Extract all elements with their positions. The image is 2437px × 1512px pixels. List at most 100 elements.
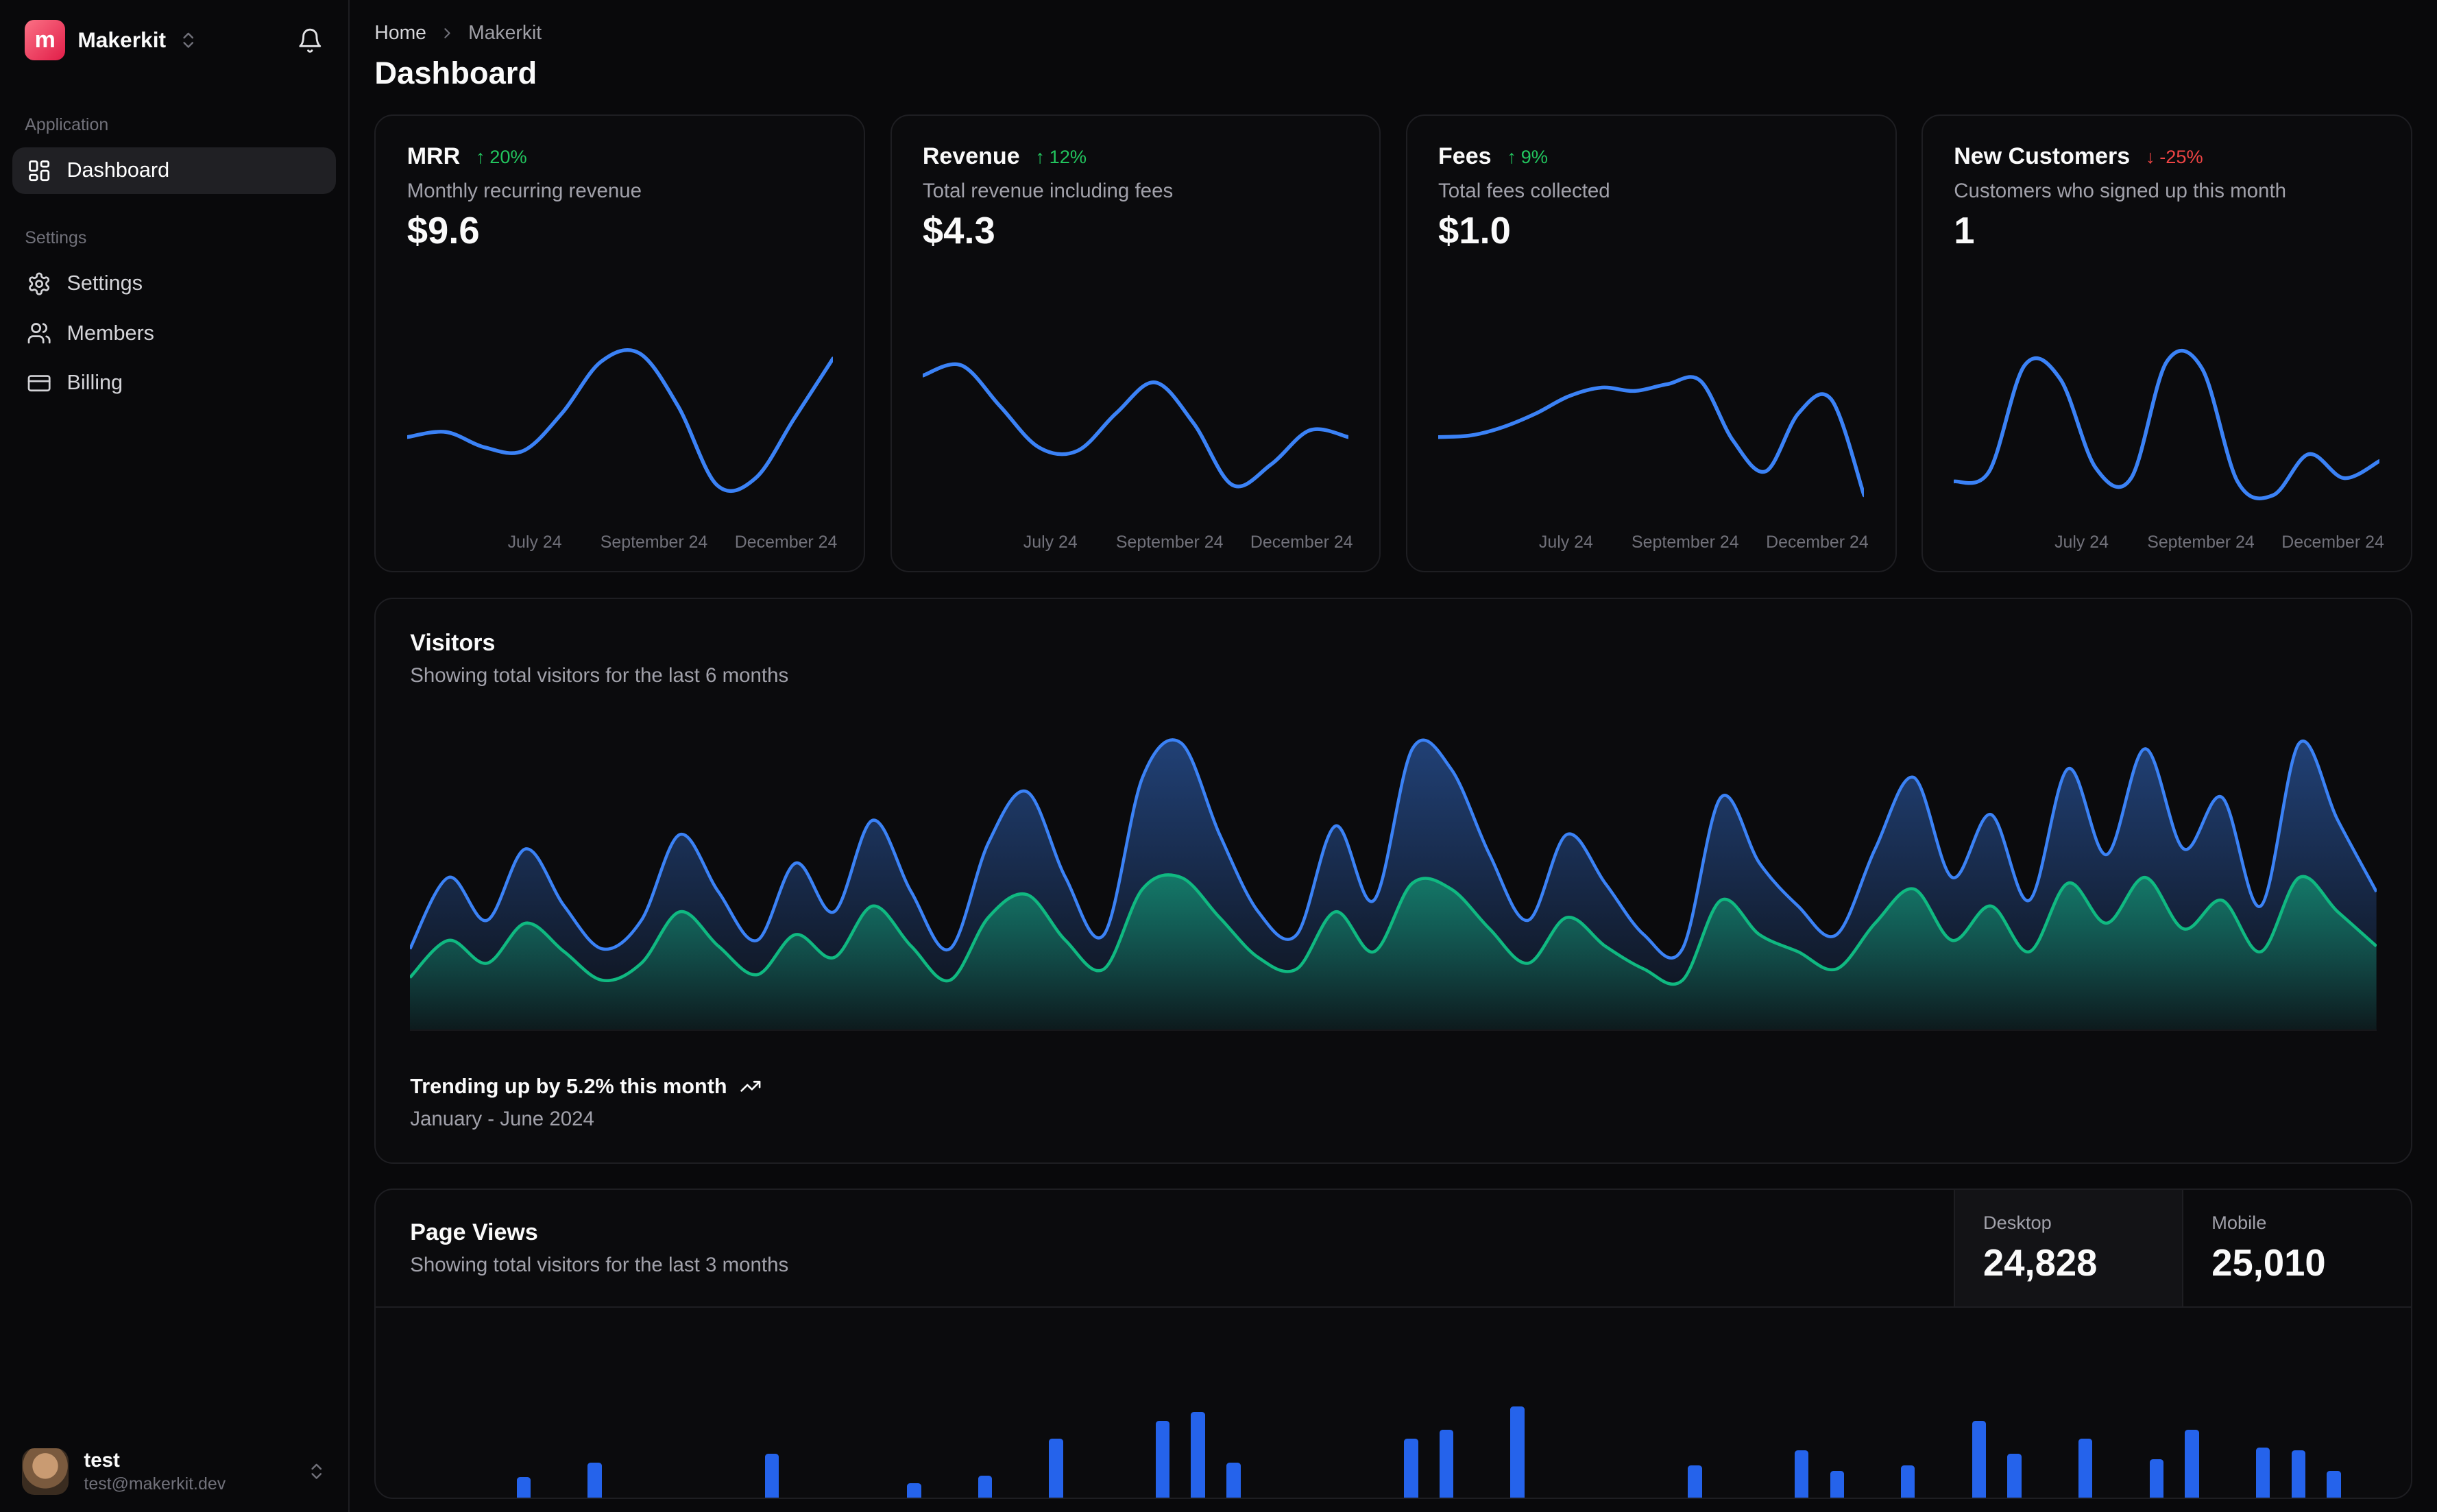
- trend-value: 12%: [1049, 145, 1087, 167]
- user-email: test@makerkit.dev: [84, 1474, 226, 1493]
- page-title: Dashboard: [374, 55, 537, 90]
- sidebar-header: m Makerkit: [0, 0, 348, 81]
- sidebar: m Makerkit Application Dashboard Setting…: [0, 0, 350, 1512]
- visitors-card: Visitors Showing total visitors for the …: [374, 597, 2412, 1164]
- stat-description: Customers who signed up this month: [1954, 179, 2287, 202]
- stat-card-mrr: MRR ↑ 20% Monthly recurring revenue $9.6 …: [374, 114, 866, 573]
- breadcrumb: Home Makerkit: [374, 22, 2412, 45]
- page-views-title: Page Views: [410, 1219, 538, 1245]
- trending-up-icon: [740, 1075, 762, 1097]
- visitors-subtitle: Showing total visitors for the last 6 mo…: [410, 664, 789, 687]
- credit-card-icon: [27, 371, 51, 395]
- desktop-toggle[interactable]: Desktop 24,828: [1954, 1189, 2183, 1307]
- mrr-sparkline-chart: [407, 347, 833, 493]
- workspace-switcher[interactable]: m Makerkit: [25, 20, 198, 61]
- stat-title: MRR: [407, 143, 461, 170]
- sidebar-item-members[interactable]: Members: [12, 310, 336, 356]
- page-views-bar-chart: [376, 1308, 2410, 1498]
- logo-letter: m: [34, 27, 56, 53]
- axis-tick: December 24: [2281, 533, 2384, 552]
- stat-card-new-customers: New Customers ↓ -25% Customers who signed…: [1921, 114, 2412, 573]
- trend-value: 9%: [1520, 145, 1548, 167]
- stat-value: $1.0: [1438, 210, 1511, 252]
- stat-card-fees: Fees ↑ 9% Total fees collected $1.0 July …: [1405, 114, 1897, 573]
- revenue-sparkline-chart: [922, 362, 1349, 489]
- trend-up-icon: ↑: [1507, 145, 1516, 167]
- page-views-series-toggles: Desktop 24,828 Mobile 25,010: [1954, 1189, 2411, 1307]
- visitors-area-chart: [410, 738, 2377, 1030]
- axis-tick: July 24: [2054, 533, 2109, 552]
- sidebar-item-label: Dashboard: [66, 158, 170, 182]
- axis-tick: September 24: [2147, 533, 2255, 552]
- axis-tick: September 24: [1115, 533, 1224, 552]
- sidebar-item-label: Billing: [66, 371, 123, 395]
- stat-value: $9.6: [407, 210, 480, 252]
- toggle-value: 24,828: [1983, 1242, 2098, 1284]
- workspace-name: Makerkit: [77, 27, 167, 53]
- stat-description: Total fees collected: [1438, 179, 1610, 202]
- visitors-footer-text: Trending up by 5.2% this month: [410, 1074, 727, 1098]
- trend-badge: ↑ 20%: [476, 146, 527, 168]
- stat-title: New Customers: [1954, 143, 2131, 170]
- trend-value: -25%: [2159, 145, 2203, 167]
- chevrons-up-down-icon: [306, 1461, 326, 1481]
- app-root: m Makerkit Application Dashboard Setting…: [0, 0, 2437, 1512]
- page-views-subtitle: Showing total visitors for the last 3 mo…: [410, 1254, 789, 1277]
- user-name: test: [84, 1449, 120, 1472]
- stat-value: 1: [1954, 210, 1975, 252]
- user-menu[interactable]: test test@makerkit.dev: [0, 1431, 348, 1512]
- breadcrumb-home[interactable]: Home: [374, 22, 426, 45]
- trend-up-icon: ↑: [1035, 145, 1045, 167]
- chevron-right-icon: [439, 25, 456, 42]
- notifications-button[interactable]: [297, 27, 324, 54]
- axis-tick: December 24: [734, 533, 838, 552]
- stat-cards-row: MRR ↑ 20% Monthly recurring revenue $9.6 …: [374, 114, 2412, 573]
- axis-tick: December 24: [1250, 533, 1353, 552]
- sidebar-item-billing[interactable]: Billing: [12, 360, 336, 406]
- toggle-label: Mobile: [2211, 1211, 2267, 1233]
- section-label: Settings: [25, 228, 87, 247]
- trend-up-icon: ↑: [475, 145, 485, 167]
- stat-description: Total revenue including fees: [922, 179, 1174, 202]
- page-views-card: Page Views Showing total visitors for th…: [374, 1188, 2412, 1500]
- gear-icon: [27, 271, 51, 296]
- stat-value: $4.3: [922, 210, 995, 252]
- stat-description: Monthly recurring revenue: [407, 179, 642, 202]
- section-label: Application: [25, 114, 109, 134]
- axis-tick: September 24: [1632, 533, 1739, 552]
- bell-icon: [297, 27, 324, 54]
- mobile-toggle[interactable]: Mobile 25,010: [2182, 1189, 2410, 1307]
- axis-tick: July 24: [1023, 533, 1078, 552]
- trend-badge: ↑ 9%: [1507, 146, 1548, 168]
- trend-badge: ↓ -25%: [2146, 146, 2203, 168]
- toggle-label: Desktop: [1983, 1211, 2052, 1233]
- sidebar-item-label: Settings: [66, 271, 143, 295]
- trend-badge: ↑ 12%: [1035, 146, 1087, 168]
- breadcrumb-current: Makerkit: [468, 21, 542, 44]
- sidebar-section-application: Application Dashboard: [0, 115, 348, 194]
- axis-tick: July 24: [507, 533, 562, 552]
- visitors-title: Visitors: [410, 630, 496, 657]
- main-content: Home Makerkit Dashboard MRR ↑ 20% Monthly…: [350, 0, 2437, 1512]
- sidebar-item-dashboard[interactable]: Dashboard: [12, 147, 336, 194]
- stat-title: Fees: [1438, 143, 1492, 170]
- axis-tick: July 24: [1538, 533, 1593, 552]
- sidebar-section-settings: Settings Settings Members Billing: [0, 228, 348, 406]
- axis-tick: December 24: [1766, 533, 1869, 552]
- dashboard-icon: [27, 158, 51, 183]
- trend-value: 20%: [489, 145, 527, 167]
- sidebar-item-label: Members: [66, 321, 154, 345]
- stat-card-revenue: Revenue ↑ 12% Total revenue including fee…: [890, 114, 1381, 573]
- chevrons-up-down-icon: [178, 30, 198, 50]
- toggle-value: 25,010: [2211, 1242, 2326, 1284]
- users-icon: [27, 321, 51, 345]
- axis-tick: September 24: [600, 533, 708, 552]
- new-customers-sparkline-chart: [1954, 348, 2380, 500]
- makerkit-logo: m: [25, 20, 66, 61]
- fees-sparkline-chart: [1438, 375, 1865, 498]
- trend-down-icon: ↓: [2145, 145, 2155, 167]
- visitors-date-range: January - June 2024: [410, 1108, 594, 1131]
- user-avatar: [21, 1448, 69, 1496]
- sidebar-item-settings[interactable]: Settings: [12, 260, 336, 307]
- stat-title: Revenue: [922, 143, 1020, 170]
